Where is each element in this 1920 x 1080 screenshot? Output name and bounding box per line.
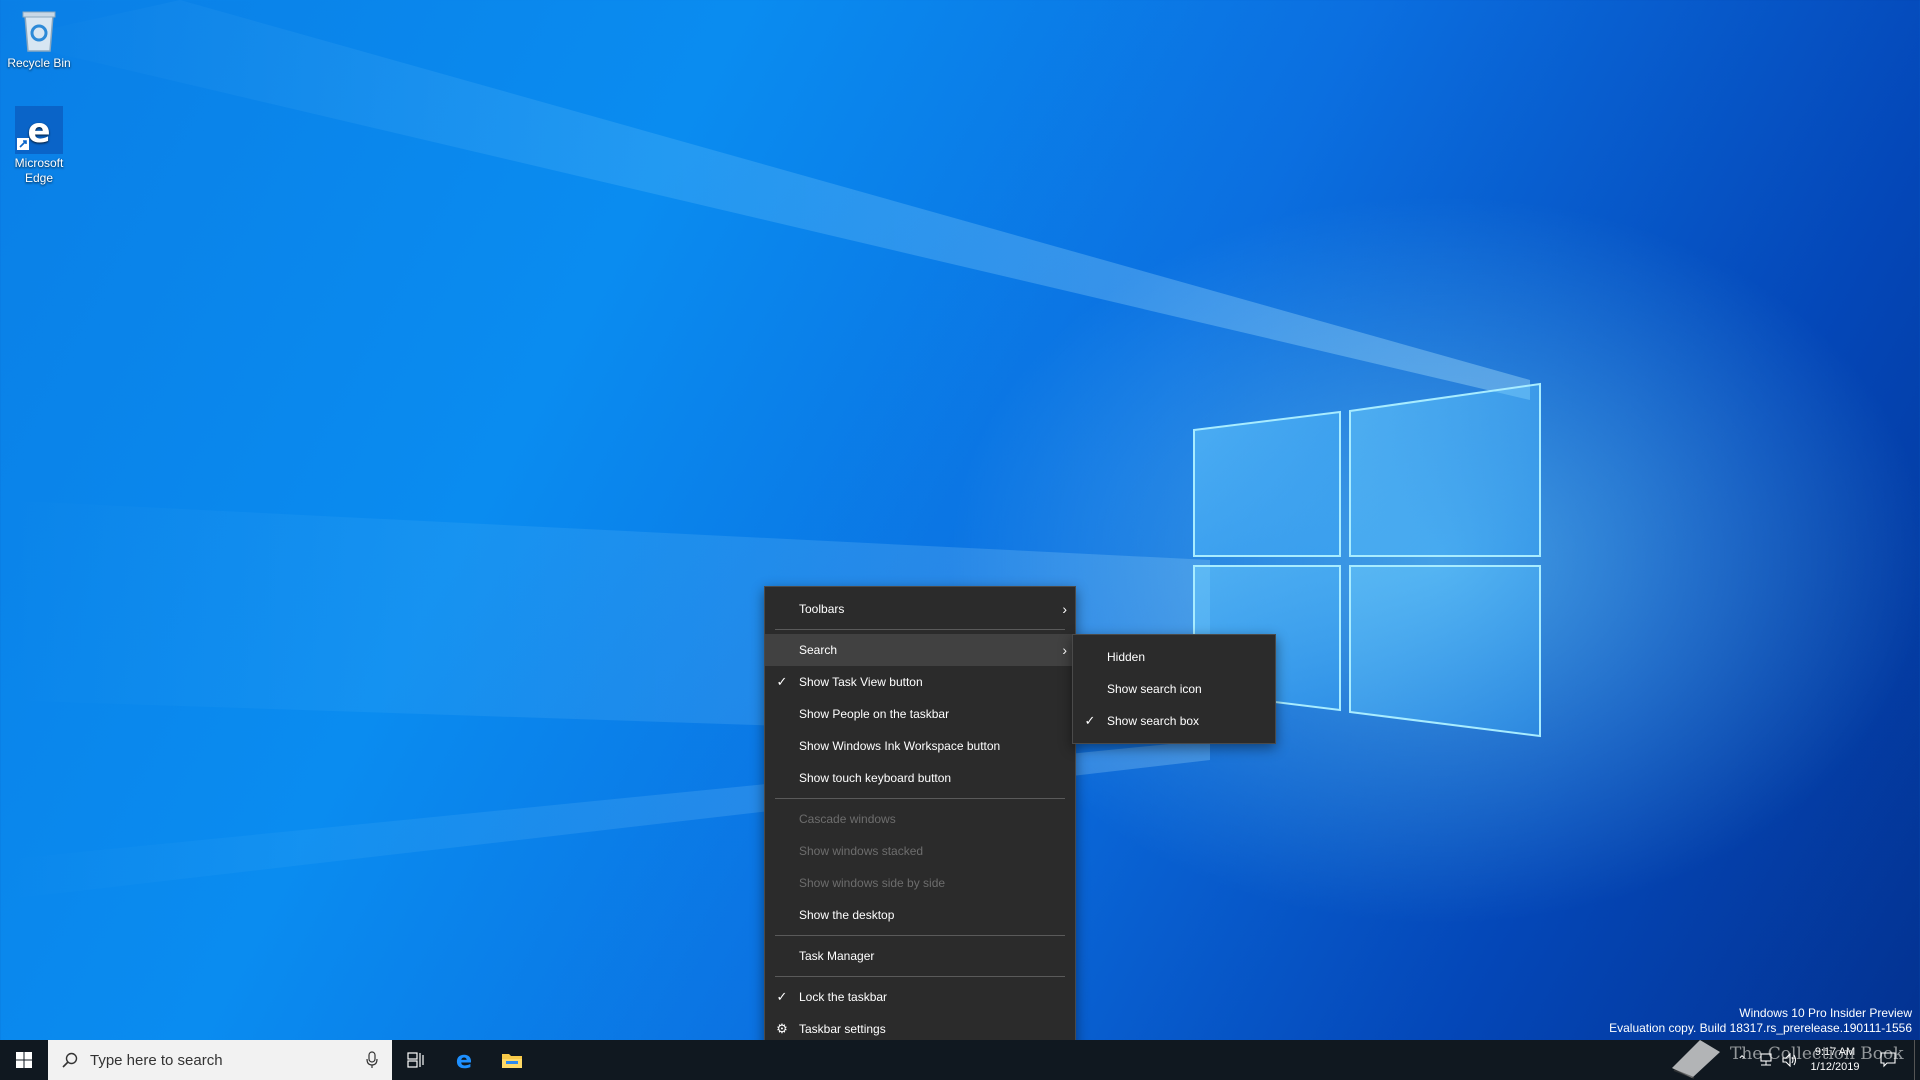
- menu-item-label: Lock the taskbar: [799, 990, 888, 1004]
- task-view-icon: [407, 1052, 424, 1068]
- show-desktop-button[interactable]: [1914, 1040, 1920, 1080]
- chevron-up-icon: ⌃: [1736, 1053, 1748, 1067]
- menu-item-label: Show the desktop: [799, 908, 895, 922]
- desktop-icon-label: Recycle Bin: [7, 56, 71, 70]
- taskbar-context-menu: Toolbars › Search › ✓ Show Task View but…: [764, 586, 1076, 1052]
- menu-item-label: Show Task View button: [799, 675, 923, 689]
- menu-item-label: Search: [799, 643, 838, 657]
- menu-item-show-the-desktop[interactable]: Show the desktop: [765, 899, 1075, 931]
- menu-item-show-people[interactable]: Show People on the taskbar: [765, 698, 1075, 730]
- menu-item-label: Show windows side by side: [799, 876, 946, 890]
- submenu-item-label: Hidden: [1107, 650, 1146, 664]
- desktop-icon-microsoft-edge[interactable]: e Microsoft Edge: [0, 106, 78, 186]
- volume-button[interactable]: [1778, 1040, 1802, 1080]
- taskbar-edge-button[interactable]: e: [440, 1040, 488, 1080]
- checkmark-icon: ✓: [776, 674, 788, 689]
- menu-item-show-ink-workspace[interactable]: Show Windows Ink Workspace button: [765, 730, 1075, 762]
- search-submenu: Hidden Show search icon ✓ Show search bo…: [1072, 634, 1276, 744]
- menu-separator: [775, 629, 1065, 630]
- menu-separator: [775, 976, 1065, 977]
- menu-item-lock-the-taskbar[interactable]: ✓ Lock the taskbar: [765, 981, 1075, 1013]
- menu-item-label: Show Windows Ink Workspace button: [799, 739, 1001, 753]
- clock-date: 1/12/2019: [1810, 1061, 1860, 1073]
- search-placeholder: Type here to search: [90, 1051, 223, 1069]
- submenu-item-show-search-icon[interactable]: Show search icon: [1073, 673, 1275, 705]
- submenu-item-hidden[interactable]: Hidden: [1073, 641, 1275, 673]
- watermark-line: Evaluation copy. Build 18317.rs_prerelea…: [1609, 1021, 1912, 1035]
- taskbar-file-explorer-button[interactable]: [488, 1040, 536, 1080]
- folder-icon: [502, 1054, 522, 1068]
- microphone-icon[interactable]: [366, 1051, 378, 1069]
- menu-item-show-task-view-button[interactable]: ✓ Show Task View button: [765, 666, 1075, 698]
- task-view-button[interactable]: [392, 1040, 440, 1080]
- menu-item-label: Cascade windows: [799, 812, 896, 826]
- taskbar: Type here to search e The Collection Boo…: [0, 1040, 1920, 1080]
- notification-icon: [1880, 1052, 1896, 1068]
- menu-item-show-windows-stacked: Show windows stacked: [765, 835, 1075, 867]
- menu-item-label: Show touch keyboard button: [799, 771, 952, 785]
- book-logo-icon: [1672, 1040, 1720, 1079]
- checkmark-icon: ✓: [776, 989, 788, 1004]
- menu-separator: [775, 798, 1065, 799]
- network-icon: [1760, 1053, 1772, 1066]
- clock[interactable]: 9:17 AM 1/12/2019: [1800, 1040, 1870, 1080]
- menu-item-show-windows-side-by-side: Show windows side by side: [765, 867, 1075, 899]
- windows-logo-icon: [16, 1052, 32, 1068]
- network-button[interactable]: [1754, 1040, 1778, 1080]
- submenu-item-label: Show search box: [1107, 714, 1200, 728]
- clock-time: 9:17 AM: [1814, 1046, 1856, 1058]
- desktop-icon-label: Microsoft Edge: [14, 156, 64, 185]
- chevron-right-icon: ›: [1062, 642, 1067, 658]
- svg-text:e: e: [27, 111, 50, 151]
- menu-item-task-manager[interactable]: Task Manager: [765, 940, 1075, 972]
- checkmark-icon: ✓: [1084, 713, 1096, 728]
- menu-item-label: Show People on the taskbar: [799, 707, 950, 721]
- taskbar-search-box[interactable]: Type here to search: [48, 1040, 392, 1080]
- menu-item-label: Show windows stacked: [799, 844, 924, 858]
- submenu-item-show-search-box[interactable]: ✓ Show search box: [1073, 705, 1275, 737]
- menu-item-cascade-windows: Cascade windows: [765, 803, 1075, 835]
- edge-icon: e: [456, 1048, 472, 1072]
- menu-item-show-touch-keyboard[interactable]: Show touch keyboard button: [765, 762, 1075, 794]
- menu-item-toolbars[interactable]: Toolbars ›: [765, 593, 1075, 625]
- evaluation-watermark: Windows 10 Pro Insider Preview Evaluatio…: [1609, 1006, 1912, 1036]
- menu-item-label: Toolbars: [799, 602, 845, 616]
- chevron-right-icon: ›: [1062, 601, 1067, 617]
- menu-item-label: Taskbar settings: [799, 1022, 886, 1036]
- menu-item-search[interactable]: Search ›: [765, 634, 1075, 666]
- search-icon: [62, 1052, 78, 1068]
- start-button[interactable]: [0, 1040, 48, 1080]
- watermark-line: Windows 10 Pro Insider Preview: [1739, 1006, 1912, 1020]
- edge-icon: e: [15, 106, 63, 154]
- action-center-button[interactable]: [1872, 1040, 1904, 1080]
- desktop-icon-recycle-bin[interactable]: Recycle Bin: [0, 6, 78, 71]
- svg-text:e: e: [456, 1048, 472, 1072]
- submenu-item-label: Show search icon: [1107, 682, 1202, 696]
- menu-separator: [775, 935, 1065, 936]
- menu-item-label: Task Manager: [799, 949, 875, 963]
- volume-icon: [1782, 1053, 1797, 1067]
- show-hidden-icons-button[interactable]: ⌃: [1730, 1040, 1754, 1080]
- recycle-bin-icon: [15, 6, 63, 54]
